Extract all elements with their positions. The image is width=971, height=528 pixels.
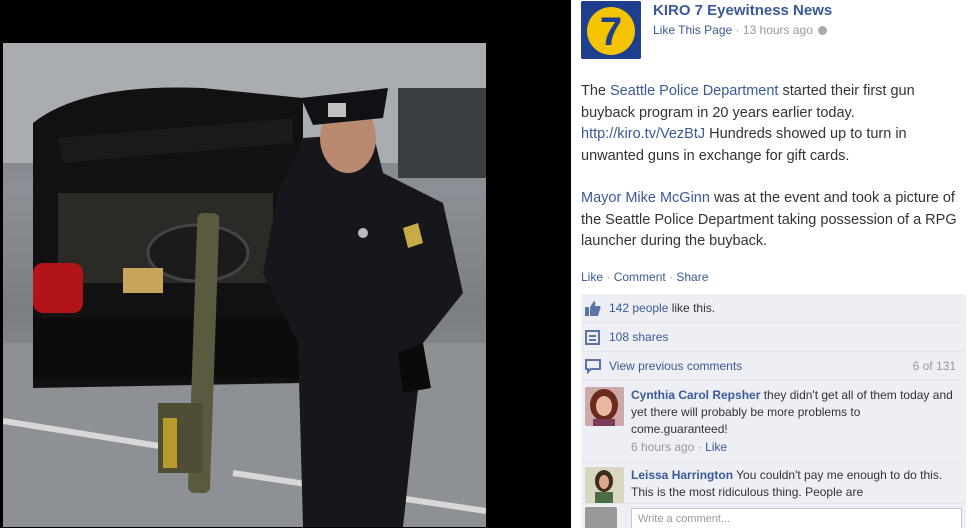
comment-meta: 6 hours ago · Like: [631, 440, 728, 454]
comment-body: Cynthia Carol Repsher they didn't get al…: [631, 387, 958, 438]
like-page-link[interactable]: Like This Page: [653, 23, 732, 37]
post-body: The Seattle Police Department started th…: [581, 81, 961, 274]
like-action[interactable]: Like: [581, 270, 603, 284]
photo-stage: [0, 0, 571, 528]
viewer-avatar: [585, 507, 617, 528]
commenter-avatar[interactable]: [585, 467, 624, 503]
mayor-link[interactable]: Mayor Mike McGinn: [581, 190, 710, 206]
logo-numeral: 7: [600, 10, 622, 54]
comment-icon: [585, 359, 601, 374]
post-photo[interactable]: [3, 43, 486, 527]
spd-link[interactable]: Seattle Police Department: [610, 83, 778, 99]
comment-count: 6 of 131: [912, 359, 956, 373]
feedback-panel: 142 people like this. 108 shares View pr…: [581, 294, 966, 528]
write-comment-row: Write a comment...: [581, 504, 966, 528]
page-meta: Like This Page · 13 hours ago: [653, 23, 828, 37]
meta-separator: ·: [732, 23, 743, 37]
likes-row: 142 people like this.: [581, 294, 966, 323]
comment-action[interactable]: Comment: [614, 270, 666, 284]
page-name-link[interactable]: KIRO 7 Eyewitness News: [653, 2, 832, 19]
share-action[interactable]: Share: [676, 270, 708, 284]
page-avatar[interactable]: 7: [581, 1, 641, 59]
post-actions: Like · Comment · Share: [581, 270, 708, 284]
article-url-link[interactable]: http://kiro.tv/VezBtJ: [581, 126, 705, 142]
likes-text: like this.: [668, 301, 716, 315]
post-text-fragment: The: [581, 83, 611, 99]
comment-timestamp[interactable]: 6 hours ago: [631, 440, 694, 454]
write-comment-input[interactable]: Write a comment...: [631, 508, 962, 528]
commenter-photo: [585, 467, 624, 503]
action-separator: ·: [603, 270, 614, 284]
post-sidebar: 7 KIRO 7 Eyewitness News Like This Page …: [571, 0, 971, 528]
shares-link[interactable]: 108 shares: [609, 330, 668, 344]
thumbs-up-icon: [585, 301, 601, 316]
post-header: 7 KIRO 7 Eyewitness News Like This Page …: [581, 1, 961, 61]
commenter-photo: [585, 387, 624, 426]
globe-icon: [818, 26, 828, 35]
comment-body: Leissa Harrington You couldn't pay me en…: [631, 467, 958, 501]
likes-link[interactable]: 142 people: [609, 301, 668, 315]
share-icon: [585, 330, 600, 345]
post-paragraph-1: The Seattle Police Department started th…: [581, 81, 961, 167]
action-separator: ·: [665, 270, 677, 284]
post-paragraph-2: Mayor Mike McGinn was at the event and t…: [581, 188, 961, 253]
comment-item: Cynthia Carol Repsher they didn't get al…: [581, 381, 966, 463]
comment-item: Leissa Harrington You couldn't pay me en…: [581, 463, 966, 504]
photo-illustration: [3, 43, 486, 527]
comment-author-link[interactable]: Cynthia Carol Repsher: [631, 388, 760, 402]
kiro7-logo-icon: 7: [581, 1, 641, 59]
shares-row: 108 shares: [581, 323, 966, 352]
view-previous-row: View previous comments 6 of 131: [581, 352, 966, 381]
view-previous-comments-link[interactable]: View previous comments: [609, 359, 742, 373]
comment-author-link[interactable]: Leissa Harrington: [631, 468, 733, 482]
post-timestamp[interactable]: 13 hours ago: [743, 23, 813, 37]
commenter-avatar[interactable]: [585, 387, 624, 426]
comment-like-link[interactable]: Like: [705, 440, 727, 454]
